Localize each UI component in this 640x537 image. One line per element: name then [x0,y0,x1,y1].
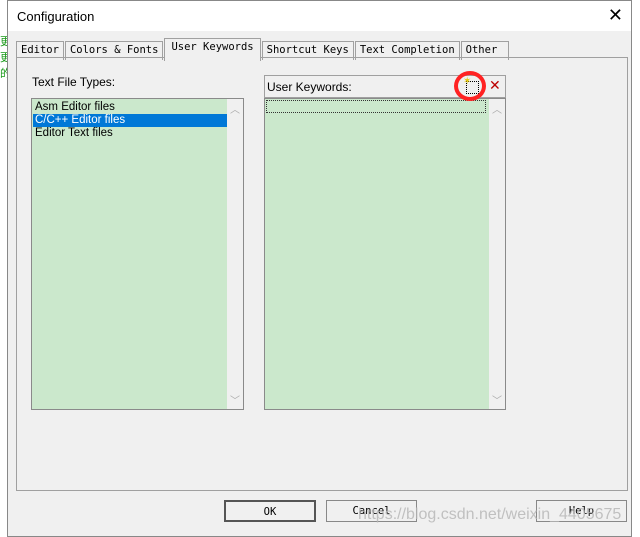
close-icon[interactable]: ✕ [608,5,623,26]
ok-button[interactable]: OK [224,500,316,522]
scroll-down-icon[interactable]: ﹀ [227,392,243,407]
title-bar: Configuration ✕ [8,1,631,31]
file-types-list[interactable]: Asm Editor files C/C++ Editor files Edit… [31,98,244,410]
list-item-selected[interactable]: C/C++ Editor files [33,114,227,127]
list-item[interactable]: Asm Editor files [33,101,227,114]
delete-x-icon[interactable]: ✕ [489,77,501,94]
keyword-edit-row[interactable] [266,100,486,113]
tab-user-keywords[interactable]: User Keywords [164,38,261,61]
file-types-label: Text File Types: [32,75,116,89]
scroll-down-icon[interactable]: ﹀ [489,392,505,407]
keywords-list[interactable]: ︿ ﹀ [264,98,506,410]
red-annotation-circle [454,71,486,101]
scroll-up-icon[interactable]: ︿ [489,101,505,116]
watermark: https://blog.csdn.net/weixin_4405675 [358,506,622,523]
scrollbar[interactable]: ︿ ﹀ [227,99,243,409]
keywords-label: User Keywords: [267,80,352,94]
scroll-up-icon[interactable]: ︿ [227,101,243,116]
configuration-dialog: Configuration ✕ Editor Colors & Fonts Us… [7,0,632,537]
dialog-title: Configuration [17,9,95,24]
tab-bar: Editor Colors & Fonts User Keywords Shor… [16,38,510,61]
list-item[interactable]: Editor Text files [33,127,227,140]
scrollbar[interactable]: ︿ ﹀ [489,99,505,409]
